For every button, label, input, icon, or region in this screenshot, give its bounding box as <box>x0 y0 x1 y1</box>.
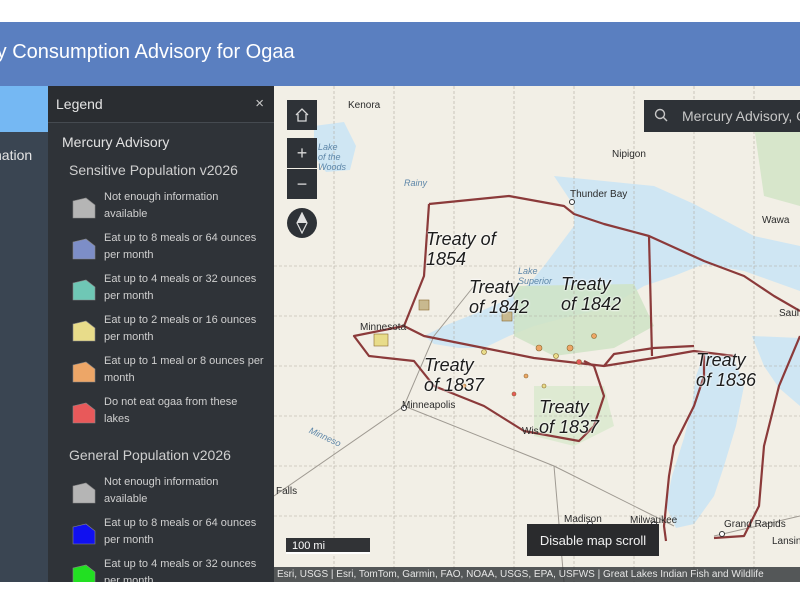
legend-swatch <box>72 320 96 342</box>
treaty-label-1854: Treaty of 1854 <box>426 229 496 269</box>
legend-item-label: Not enough information available <box>104 191 219 220</box>
legend-item: Eat up to 1 meal or 8 ounces per month <box>72 353 264 393</box>
legend-swatch <box>72 482 96 504</box>
forest-area-2 <box>754 126 800 206</box>
map-view[interactable]: Treaty of 1854 Treaty of 1842 Treaty of 184… <box>274 86 800 582</box>
place-kenora: Kenora <box>348 100 381 111</box>
scale-bar: 100 mi <box>286 538 370 554</box>
basemap <box>274 86 800 582</box>
legend-item-label: Eat up to 4 meals or 32 ounces per month <box>104 273 257 302</box>
legend-swatch <box>72 402 96 424</box>
search-input[interactable]: Mercury Advisory, G <box>682 108 800 124</box>
treaty-label-1842-east: Treaty of 1842 <box>561 274 622 314</box>
legend-swatch <box>72 279 96 301</box>
water-lake-of-the-woods: Lake of the Woods <box>318 142 347 172</box>
legend-panel: Legend × Mercury Advisory Sensitive Popu… <box>48 86 274 582</box>
zoom-in-button[interactable]: + <box>287 138 317 168</box>
place-minnesota: Minnesota <box>360 322 407 333</box>
legend-item-label: Eat up to 8 meals or 64 ounces per month <box>104 517 257 546</box>
legend-item: Not enough information available <box>72 474 262 514</box>
map-attribution: Esri, USGS | Esri, TomTom, Garmin, FAO, … <box>274 567 800 582</box>
legend-swatch-shape <box>72 238 96 260</box>
legend-swatch <box>72 361 96 383</box>
legend-swatch-shape <box>72 361 96 383</box>
legend-item-label: Eat up to 4 meals or 32 ounces per month <box>104 558 257 582</box>
app-title: ry Consumption Advisory for Ogaa <box>0 41 295 63</box>
legend-item: Eat up to 4 meals or 32 ounces per month <box>72 556 262 582</box>
layer-title: Mercury Advisory <box>62 134 170 150</box>
place-falls: Falls <box>276 486 298 497</box>
place-grand-rapids: Grand Rapids <box>724 519 786 530</box>
legend-header: Legend × <box>48 86 274 123</box>
home-button[interactable] <box>287 100 317 130</box>
legend-item: Eat up to 8 meals or 64 ounces per month <box>72 515 262 555</box>
place-sault: Saul <box>779 308 800 319</box>
treaty-label-1836: Treaty of 1836 <box>696 350 757 390</box>
search-box[interactable]: Mercury Advisory, G <box>644 100 800 132</box>
legend-item-label: Eat up to 8 meals or 64 ounces per month <box>104 232 257 261</box>
compass-button[interactable] <box>287 208 317 238</box>
legend-swatch <box>72 523 96 545</box>
close-icon[interactable]: × <box>255 95 264 112</box>
zoom-out-button[interactable]: − <box>287 169 317 199</box>
treaty-label-1837-east: Treaty of 1837 <box>539 397 600 437</box>
search-icon <box>654 108 668 122</box>
legend-item: Eat up to 2 meals or 16 ounces per month <box>72 312 262 352</box>
place-nipigon: Nipigon <box>612 149 646 160</box>
legend-item-label: Do not eat ogaa from these lakes <box>104 396 238 425</box>
legend-item: Do not eat ogaa from these lakes <box>72 394 262 434</box>
legend-swatch <box>72 197 96 219</box>
legend-swatch-shape <box>72 402 96 424</box>
legend-swatch-shape <box>72 482 96 504</box>
nav-item-information[interactable]: nation <box>0 147 32 163</box>
legend-swatch-shape <box>72 279 96 301</box>
home-icon <box>295 108 309 122</box>
nav-item-legend[interactable] <box>0 86 48 132</box>
legend-item: Eat up to 8 meals or 64 ounces per month <box>72 230 262 270</box>
place-minneapolis: Minneapolis <box>402 400 456 411</box>
legend-swatch <box>72 564 96 582</box>
legend-swatch-shape <box>72 197 96 219</box>
legend-title: Legend <box>56 96 103 112</box>
legend-group-title: General Population v2026 <box>69 447 231 463</box>
legend-item-label: Not enough information available <box>104 476 219 505</box>
water-lake-superior: Lake Superior <box>518 266 553 286</box>
legend-item-label: Eat up to 1 meal or 8 ounces per month <box>104 355 264 384</box>
legend-item: Not enough information available <box>72 189 262 229</box>
place-thunder-bay: Thunder Bay <box>570 189 628 200</box>
compass-icon <box>296 212 308 234</box>
place-wisconsin: Wis <box>522 426 539 437</box>
legend-group-title: Sensitive Population v2026 <box>69 162 238 178</box>
legend-swatch-shape <box>72 320 96 342</box>
legend-swatch-shape <box>72 564 96 582</box>
disable-scroll-toast[interactable]: Disable map scroll <box>527 524 659 556</box>
side-nav: nation <box>0 86 48 582</box>
legend-item: Eat up to 4 meals or 32 ounces per month <box>72 271 262 311</box>
place-lansing: Lansin <box>772 536 800 547</box>
treaty-label-1837-west: Treaty of 1837 <box>424 355 485 395</box>
place-wawa: Wawa <box>762 215 790 226</box>
legend-item-label: Eat up to 2 meals or 16 ounces per month <box>104 314 257 343</box>
app-header: ry Consumption Advisory for Ogaa <box>0 22 800 86</box>
legend-swatch-shape <box>72 523 96 545</box>
water-rainy: Rainy <box>404 178 428 188</box>
legend-swatch <box>72 238 96 260</box>
